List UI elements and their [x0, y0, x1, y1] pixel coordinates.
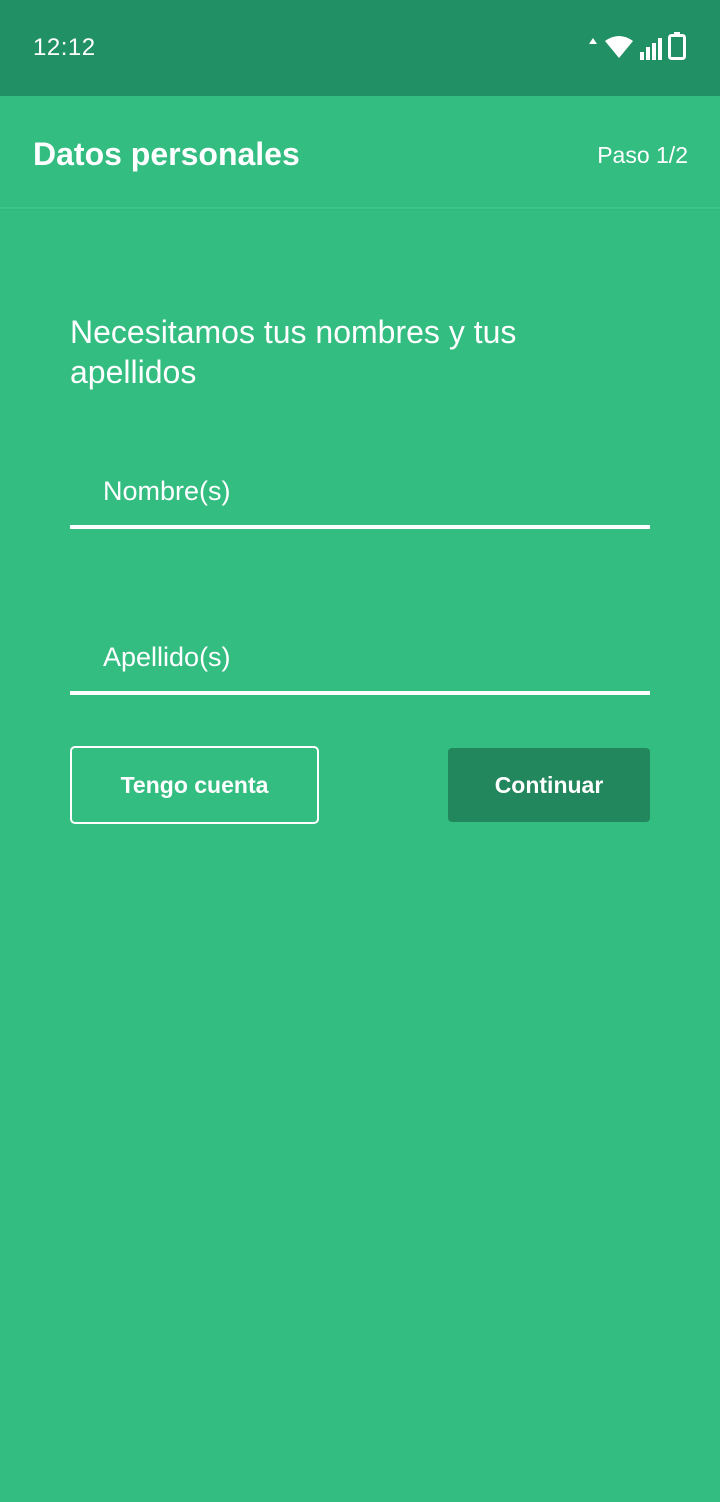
app-bar: Datos personales Paso 1/2	[0, 96, 720, 209]
status-bar: 12:12	[0, 0, 720, 96]
data-arrows-icon	[589, 38, 597, 44]
continue-button[interactable]: Continuar	[448, 748, 650, 822]
first-name-field	[70, 445, 650, 529]
last-name-field	[70, 611, 650, 695]
battery-icon	[668, 32, 686, 60]
status-time: 12:12	[33, 34, 96, 61]
last-name-input[interactable]	[70, 611, 650, 691]
wifi-icon	[605, 36, 633, 58]
have-account-button[interactable]: Tengo cuenta	[70, 746, 319, 824]
step-indicator: Paso 1/2	[597, 142, 688, 168]
signal-icon	[640, 38, 662, 60]
first-name-input[interactable]	[70, 445, 650, 525]
status-icons	[588, 32, 686, 60]
form-question: Necesitamos tus nombres y tus apellidos	[70, 314, 517, 390]
page-title: Datos personales	[33, 136, 300, 172]
